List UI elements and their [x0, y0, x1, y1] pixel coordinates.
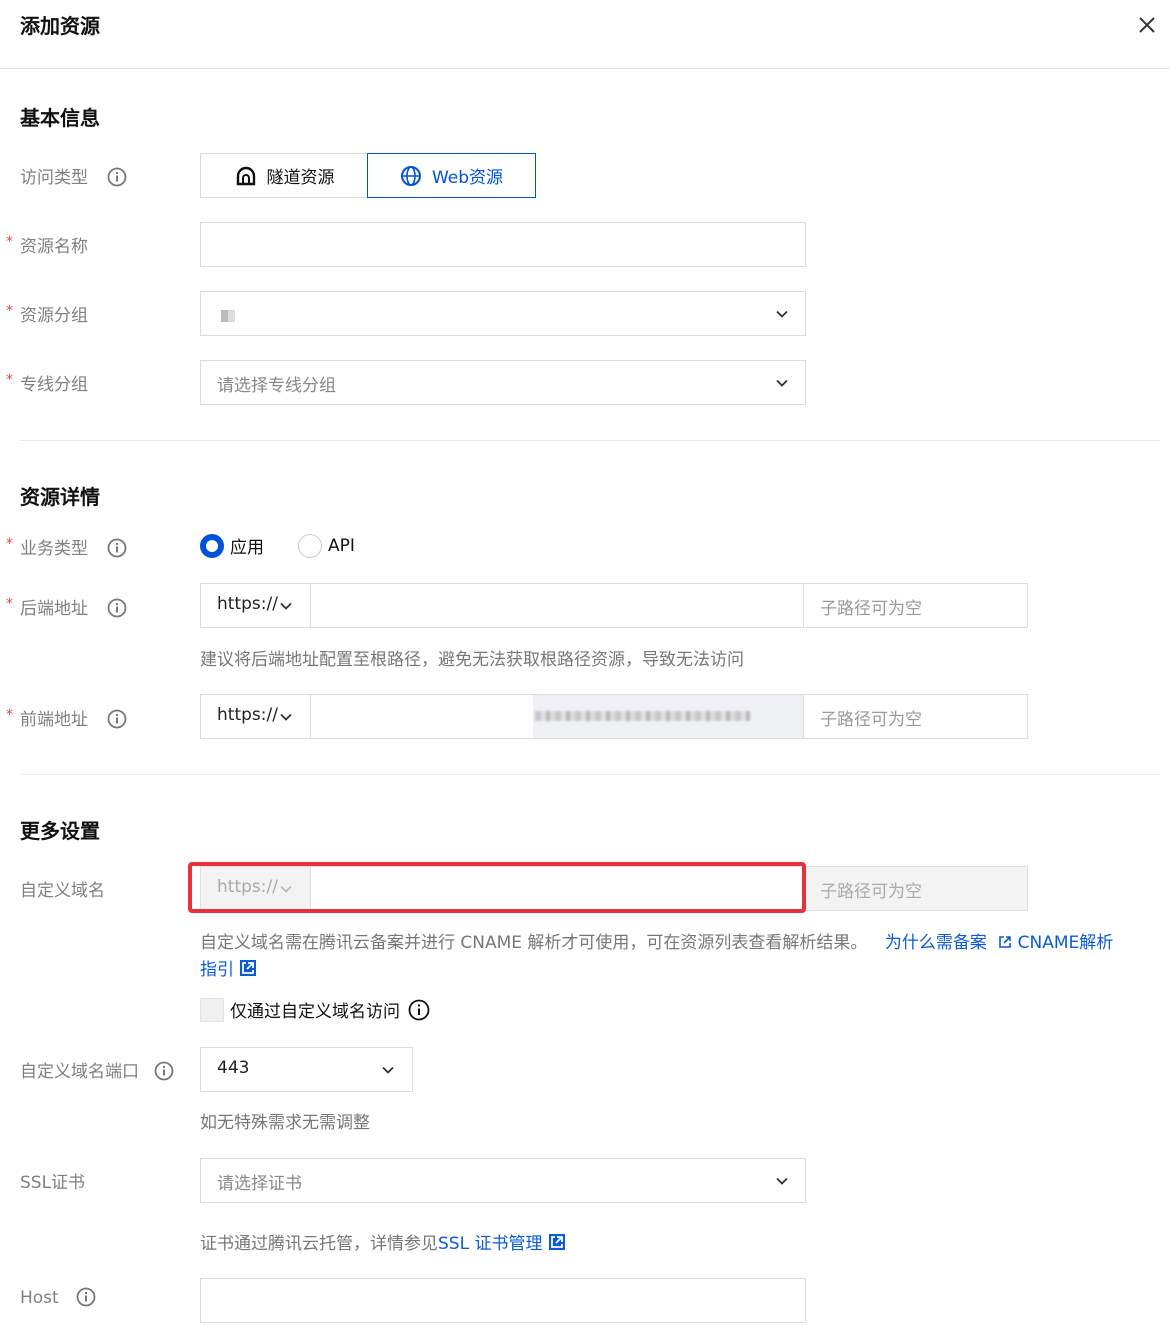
redacted-domain: [535, 711, 750, 721]
frontend-protocol-select[interactable]: https://: [200, 694, 311, 739]
external-link-icon: [548, 1234, 565, 1250]
backend-label: * 后端地址: [6, 594, 127, 619]
cname-guide-link-cont[interactable]: 指引: [200, 960, 234, 980]
chevron-down-icon: [776, 379, 788, 387]
host-input[interactable]: [200, 1278, 806, 1323]
redacted-value: [221, 310, 235, 322]
tunnel-icon: [236, 166, 255, 185]
resource-group-label: * 资源分组: [6, 303, 88, 326]
resource-name-input[interactable]: [200, 222, 806, 267]
info-icon[interactable]: [76, 1287, 96, 1307]
dialog-title: 添加资源: [20, 14, 100, 38]
close-icon[interactable]: [1136, 14, 1158, 36]
line-group-select[interactable]: 请选择专线分组: [200, 360, 806, 405]
frontend-domain-suffix: [533, 695, 804, 738]
backend-subpath-input[interactable]: 子路径可为空: [803, 583, 1028, 628]
access-type-label: 访问类型: [20, 163, 127, 188]
resource-group-select[interactable]: [200, 291, 806, 336]
external-link-icon: [240, 960, 257, 976]
header-divider: [0, 68, 1170, 69]
ssl-label: SSL证书: [20, 1173, 86, 1193]
section-divider: [20, 440, 1160, 441]
host-label: Host: [20, 1287, 96, 1308]
highlight-box: [188, 862, 806, 913]
chevron-down-icon: [776, 310, 788, 318]
chevron-down-icon: [280, 602, 292, 610]
backend-protocol-select[interactable]: https://: [200, 583, 311, 628]
cname-guide-link[interactable]: CNAME解析: [1018, 933, 1114, 953]
custom-domain-subpath-input[interactable]: 子路径可为空: [803, 866, 1028, 911]
chevron-down-icon: [776, 1177, 788, 1185]
backend-host-input[interactable]: [310, 583, 804, 628]
chevron-down-icon: [280, 713, 292, 721]
access-option-web[interactable]: Web资源: [367, 153, 536, 198]
frontend-subpath-input[interactable]: 子路径可为空: [803, 694, 1028, 739]
ssl-manage-link[interactable]: SSL 证书管理: [438, 1234, 542, 1254]
info-icon[interactable]: [107, 598, 127, 618]
external-link-icon: [999, 936, 1012, 948]
backend-hint: 建议将后端地址配置至根路径，避免无法获取根路径资源，导致无法访问: [200, 650, 744, 670]
chevron-down-icon: [382, 1066, 394, 1074]
business-type-label: * 业务类型: [6, 534, 127, 559]
only-custom-domain-row: 仅通过自定义域名访问: [200, 997, 430, 1022]
access-option-tunnel[interactable]: 隧道资源: [200, 153, 368, 198]
cname-guide-link-wrap: 指引: [200, 955, 257, 980]
section-more-title: 更多设置: [20, 819, 100, 843]
section-divider: [20, 774, 1160, 775]
info-icon[interactable]: [107, 709, 127, 729]
business-type-radio-group: 应用 API: [200, 533, 355, 558]
info-icon[interactable]: [107, 538, 127, 558]
access-type-segmented: 隧道资源 Web资源: [200, 153, 536, 198]
why-filing-link[interactable]: 为什么需备案: [885, 933, 987, 953]
section-basic-title: 基本信息: [20, 106, 100, 130]
line-group-label: * 专线分组: [6, 372, 88, 395]
info-icon[interactable]: [107, 167, 127, 187]
port-label: 自定义域名端口: [20, 1057, 174, 1082]
custom-domain-label: 自定义域名: [20, 881, 105, 901]
custom-domain-hint: 自定义域名需在腾讯云备案并进行 CNAME 解析才可使用，可在资源列表查看解析结…: [200, 933, 1114, 953]
radio-app[interactable]: [200, 533, 224, 558]
info-icon[interactable]: [408, 999, 430, 1021]
frontend-label: * 前端地址: [6, 705, 127, 730]
ssl-hint: 证书通过腾讯云托管，详情参见SSL 证书管理: [200, 1229, 566, 1254]
ssl-select[interactable]: 请选择证书: [200, 1158, 806, 1203]
resource-name-label: * 资源名称: [6, 234, 88, 257]
port-hint: 如无特殊需求无需调整: [200, 1113, 370, 1133]
only-custom-checkbox[interactable]: [200, 997, 224, 1022]
info-icon[interactable]: [154, 1061, 174, 1081]
frontend-host-input[interactable]: [310, 694, 804, 739]
section-detail-title: 资源详情: [20, 485, 100, 509]
radio-api[interactable]: [298, 533, 322, 558]
globe-icon: [400, 165, 421, 186]
port-select[interactable]: 443: [200, 1047, 413, 1092]
